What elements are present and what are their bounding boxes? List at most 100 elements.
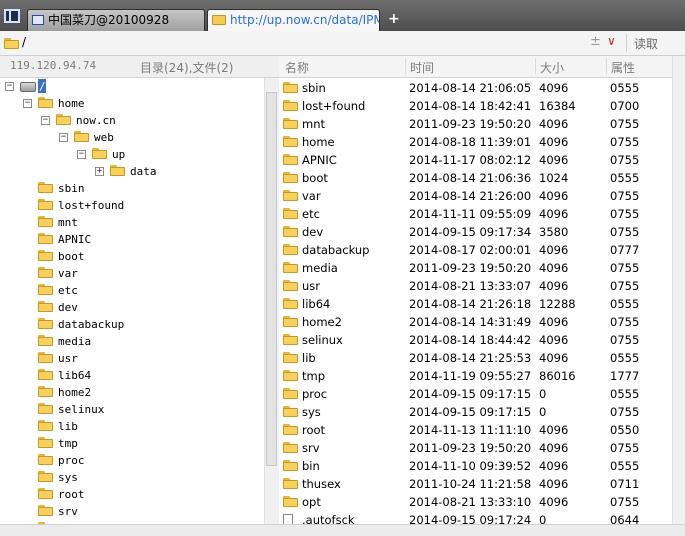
tree-root[interactable]: − / [0, 78, 264, 95]
tree-item[interactable]: dev [0, 299, 264, 316]
tree-item[interactable]: sbin [0, 180, 264, 197]
table-row[interactable]: home 2014-08-18 11:39:01 4096 0755 [279, 133, 672, 151]
read-button[interactable]: 读取 [634, 35, 658, 52]
tree-item[interactable]: proc [0, 452, 264, 469]
table-row[interactable]: selinux 2014-08-14 18:44:42 4096 0755 [279, 331, 672, 349]
horizontal-scrollbar[interactable] [0, 524, 685, 536]
tree-item[interactable]: databackup [0, 316, 264, 333]
file-name: boot [302, 171, 328, 185]
table-row[interactable]: lib64 2014-08-14 21:26:18 12288 0555 [279, 295, 672, 313]
table-row[interactable]: sys 2014-09-15 09:17:15 0 0755 [279, 403, 672, 421]
tree-item[interactable]: boot [0, 248, 264, 265]
table-row[interactable]: lost+found 2014-08-14 18:42:41 16384 0700 [279, 97, 672, 115]
table-row[interactable]: boot 2014-08-14 21:06:36 1024 0555 [279, 169, 672, 187]
table-row[interactable]: .autofsck 2014-09-15 09:17:24 0 0644 [279, 511, 672, 524]
chevron-down-icon[interactable]: ∨ [607, 34, 616, 48]
path-input[interactable]: / [22, 35, 26, 49]
tree-scrollbar-thumb[interactable] [266, 92, 277, 466]
tree-item[interactable]: sys [0, 469, 264, 486]
table-row[interactable]: proc 2014-09-15 09:17:15 0 0555 [279, 385, 672, 403]
file-attr: 0755 [610, 495, 640, 509]
tree-label: up [112, 148, 126, 161]
tree-label: lost+found [58, 199, 125, 212]
table-row[interactable]: root 2014-11-13 11:11:10 4096 0550 [279, 421, 672, 439]
table-row[interactable]: APNIC 2014-11-17 08:02:12 4096 0755 [279, 151, 672, 169]
table-row[interactable]: etc 2014-11-11 09:55:09 4096 0755 [279, 205, 672, 223]
new-tab-button[interactable]: + [388, 11, 400, 27]
column-header-attr[interactable]: 属性 [611, 59, 635, 76]
collapse-icon[interactable]: − [41, 116, 50, 125]
table-row[interactable]: usr 2014-08-21 13:33:07 4096 0755 [279, 277, 672, 295]
item-counts: 目录(24),文件(2) [140, 61, 234, 75]
table-row[interactable]: srv 2011-09-23 19:50:20 4096 0755 [279, 439, 672, 457]
expand-icon[interactable]: + [95, 167, 104, 176]
table-row[interactable]: databackup 2014-08-17 02:00:01 4096 0777 [279, 241, 672, 259]
folder-icon [38, 284, 53, 295]
tree-item[interactable]: srv [0, 503, 264, 520]
table-row[interactable]: thusex 2011-10-24 11:21:58 4096 0711 [279, 475, 672, 493]
tree-item[interactable]: tmp [0, 435, 264, 452]
divider [606, 58, 607, 75]
column-header-time[interactable]: 时间 [410, 59, 434, 76]
file-size: 16384 [539, 99, 576, 113]
tree-item[interactable]: var [0, 265, 264, 282]
column-header-size[interactable]: 大小 [540, 59, 564, 76]
table-row[interactable]: bin 2014-11-10 09:39:52 4096 0555 [279, 457, 672, 475]
tab-terminal[interactable]: 中国菜刀@20100928 [27, 9, 205, 31]
tree-item[interactable]: − up [0, 146, 264, 163]
tree-item[interactable]: lib [0, 418, 264, 435]
file-name: tmp [302, 369, 326, 383]
tree-item[interactable]: etc [0, 282, 264, 299]
tree-item[interactable]: − web [0, 129, 264, 146]
folder-icon [38, 97, 53, 108]
tree-item[interactable]: usr [0, 350, 264, 367]
table-row[interactable]: mnt 2011-09-23 19:50:20 4096 0755 [279, 115, 672, 133]
file-name: etc [302, 207, 320, 221]
tree-label: dev [58, 301, 78, 314]
tree-item[interactable]: − now.cn [0, 112, 264, 129]
app-logo-icon[interactable] [4, 9, 20, 23]
folder-icon [283, 370, 298, 381]
collapse-icon[interactable]: − [23, 99, 32, 108]
file-size: 4096 [539, 459, 569, 473]
table-row[interactable]: opt 2014-08-21 13:33:10 4096 0755 [279, 493, 672, 511]
table-row[interactable]: tmp 2014-11-19 09:55:27 86016 1777 [279, 367, 672, 385]
tree-item[interactable]: lost+found [0, 197, 264, 214]
file-time: 2014-08-14 14:31:49 [409, 315, 532, 329]
table-row[interactable]: home2 2014-08-14 14:31:49 4096 0755 [279, 313, 672, 331]
tree-item[interactable]: media [0, 333, 264, 350]
table-row[interactable]: lib 2014-08-14 21:25:53 4096 0555 [279, 349, 672, 367]
file-list-scrollbar[interactable] [672, 56, 685, 524]
collapse-icon[interactable]: − [5, 82, 14, 91]
column-header-name[interactable]: 名称 [285, 59, 309, 76]
server-ip: 119.120.94.74 [10, 59, 97, 72]
file-name: root [302, 423, 326, 437]
table-row[interactable]: sbin 2014-08-14 21:06:05 4096 0555 [279, 79, 672, 97]
tab-file-manager[interactable]: http://up.now.cn/data/IPM/... [207, 9, 380, 31]
table-row[interactable]: dev 2014-09-15 09:17:34 3580 0755 [279, 223, 672, 241]
collapse-icon[interactable]: − [59, 133, 68, 142]
file-time: 2014-08-14 18:44:42 [409, 333, 532, 347]
tree-item[interactable]: root [0, 486, 264, 503]
folder-icon [283, 190, 298, 201]
tree-item[interactable]: selinux [0, 401, 264, 418]
tree-item[interactable]: lib64 [0, 367, 264, 384]
file-name: lib [302, 351, 316, 365]
file-size: 4096 [539, 315, 569, 329]
plus-minus-icon[interactable]: ± [590, 34, 601, 49]
table-row[interactable]: media 2011-09-23 19:50:20 4096 0755 [279, 259, 672, 277]
file-attr: 0755 [610, 315, 640, 329]
tab-label: 中国菜刀@20100928 [48, 13, 170, 27]
tree-item[interactable]: mnt [0, 214, 264, 231]
file-size: 0 [539, 387, 547, 401]
tree-item[interactable]: − home [0, 95, 264, 112]
collapse-icon[interactable]: − [77, 150, 86, 159]
tree-item[interactable]: home2 [0, 384, 264, 401]
tree-item[interactable]: APNIC [0, 231, 264, 248]
table-row[interactable]: var 2014-08-14 21:26:00 4096 0755 [279, 187, 672, 205]
tree-label: selinux [58, 403, 105, 416]
tree-label: etc [58, 284, 78, 297]
folder-icon [38, 335, 53, 346]
tree-item[interactable]: + data [0, 163, 264, 180]
tree-label: proc [58, 454, 85, 467]
